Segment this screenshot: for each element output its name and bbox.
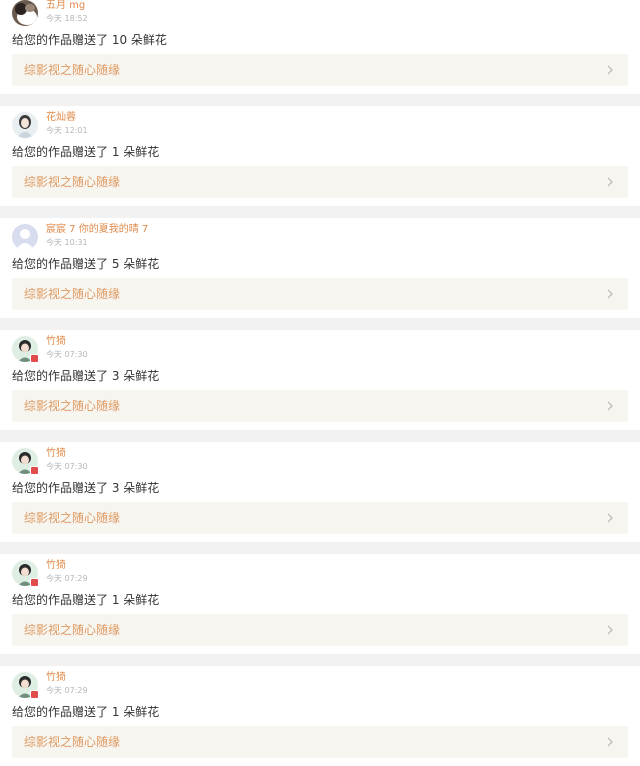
chevron-right-icon — [607, 513, 613, 523]
notification-card: 竹猗 今天 07:30 给您的作品赠送了 3 朵鲜花 综影视之随心随缘 — [0, 330, 640, 430]
timestamp: 今天 12:01 — [46, 126, 88, 135]
gift-message: 给您的作品赠送了 5 朵鲜花 — [12, 257, 160, 271]
notification-feed: 五月 mg 今天 18:52 给您的作品赠送了 10 朵鲜花 综影视之随心随缘 … — [0, 0, 640, 766]
timestamp: 今天 07:29 — [46, 686, 88, 695]
work-title: 综影视之随心随缘 — [24, 511, 121, 525]
notification-card: 宸宸 7 你的夏我的晴 7 今天 10:31 给您的作品赠送了 5 朵鲜花 综影… — [0, 218, 640, 318]
vip-badge-icon — [30, 578, 39, 587]
chevron-right-icon — [607, 737, 613, 747]
username[interactable]: 竹猗 — [46, 448, 66, 460]
username[interactable]: 竹猗 — [46, 672, 66, 684]
chevron-right-icon — [607, 401, 613, 411]
gift-message: 给您的作品赠送了 1 朵鲜花 — [12, 593, 160, 607]
work-link[interactable]: 综影视之随心随缘 — [12, 390, 628, 422]
gift-message: 给您的作品赠送了 10 朵鲜花 — [12, 33, 167, 47]
default-user-avatar-icon[interactable] — [12, 224, 38, 250]
gift-message: 给您的作品赠送了 3 朵鲜花 — [12, 369, 160, 383]
girl-illustration-avatar-icon[interactable] — [12, 112, 38, 138]
username[interactable]: 宸宸 7 你的夏我的晴 7 — [46, 224, 148, 236]
timestamp: 今天 10:31 — [46, 238, 88, 247]
username[interactable]: 竹猗 — [46, 560, 66, 572]
username[interactable]: 竹猗 — [46, 336, 66, 348]
gift-message: 给您的作品赠送了 1 朵鲜花 — [12, 705, 160, 719]
cat-photo-avatar-icon[interactable] — [12, 0, 38, 26]
notification-card: 竹猗 今天 07:30 给您的作品赠送了 3 朵鲜花 综影视之随心随缘 — [0, 442, 640, 542]
notification-card: 竹猗 今天 07:29 给您的作品赠送了 1 朵鲜花 综影视之随心随缘 — [0, 554, 640, 654]
vip-badge-icon — [30, 354, 39, 363]
work-link[interactable]: 综影视之随心随缘 — [12, 502, 628, 534]
vip-badge-icon — [30, 690, 39, 699]
timestamp: 今天 07:30 — [46, 350, 88, 359]
work-title: 综影视之随心随缘 — [24, 623, 121, 637]
gift-message: 给您的作品赠送了 1 朵鲜花 — [12, 145, 160, 159]
work-link[interactable]: 综影视之随心随缘 — [12, 726, 628, 758]
username[interactable]: 花灿蓉 — [46, 112, 76, 124]
work-title: 综影视之随心随缘 — [24, 63, 121, 77]
chevron-right-icon — [607, 625, 613, 635]
work-title: 综影视之随心随缘 — [24, 287, 121, 301]
username[interactable]: 五月 mg — [46, 0, 85, 12]
vip-badge-icon — [30, 466, 39, 475]
timestamp: 今天 07:30 — [46, 462, 88, 471]
gift-message: 给您的作品赠送了 3 朵鲜花 — [12, 481, 160, 495]
work-title: 综影视之随心随缘 — [24, 399, 121, 413]
work-title: 综影视之随心随缘 — [24, 175, 121, 189]
chevron-right-icon — [607, 65, 613, 75]
work-link[interactable]: 综影视之随心随缘 — [12, 54, 628, 86]
work-link[interactable]: 综影视之随心随缘 — [12, 166, 628, 198]
work-link[interactable]: 综影视之随心随缘 — [12, 614, 628, 646]
chevron-right-icon — [607, 289, 613, 299]
work-link[interactable]: 综影视之随心随缘 — [12, 278, 628, 310]
chevron-right-icon — [607, 177, 613, 187]
notification-card: 花灿蓉 今天 12:01 给您的作品赠送了 1 朵鲜花 综影视之随心随缘 — [0, 106, 640, 206]
notification-card: 五月 mg 今天 18:52 给您的作品赠送了 10 朵鲜花 综影视之随心随缘 — [0, 0, 640, 94]
timestamp: 今天 18:52 — [46, 14, 88, 23]
timestamp: 今天 07:29 — [46, 574, 88, 583]
work-title: 综影视之随心随缘 — [24, 735, 121, 749]
notification-card: 竹猗 今天 07:29 给您的作品赠送了 1 朵鲜花 综影视之随心随缘 — [0, 666, 640, 766]
